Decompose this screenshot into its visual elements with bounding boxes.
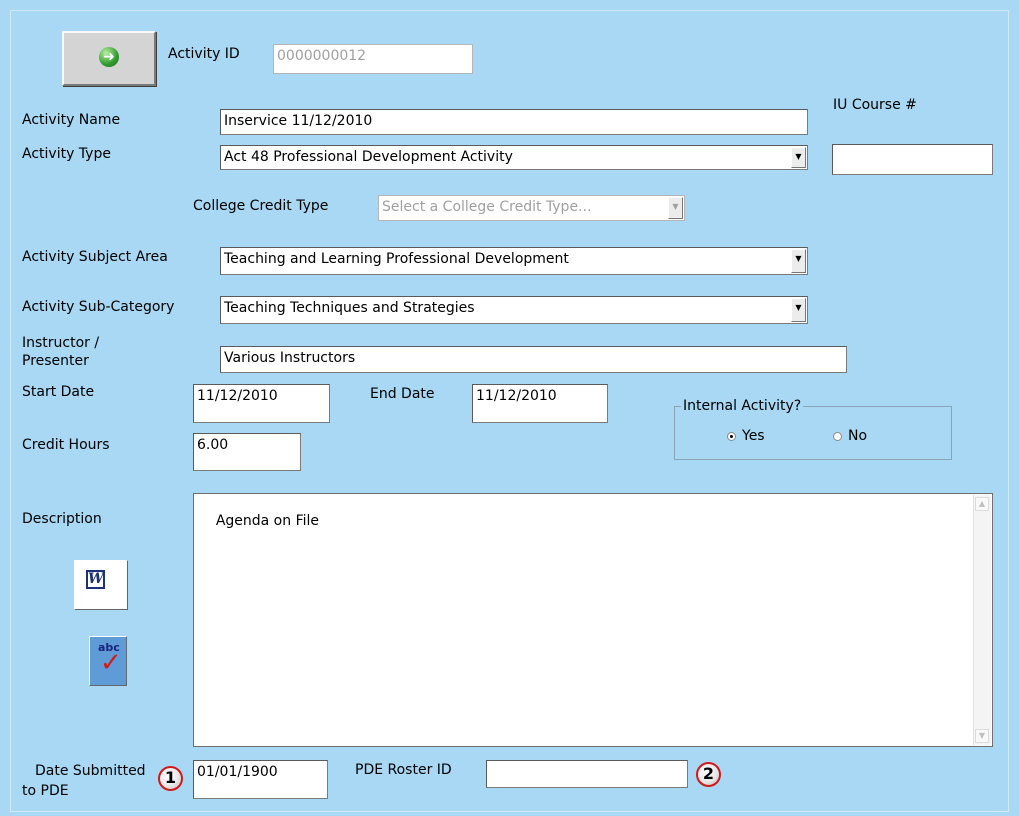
radio-unselected-icon bbox=[833, 431, 842, 441]
date-submitted-label-line2: to PDE bbox=[22, 783, 69, 799]
activity-name-field[interactable]: Inservice 11/12/2010 bbox=[220, 109, 808, 135]
activity-type-select[interactable]: Act 48 Professional Development Activity… bbox=[220, 145, 808, 170]
credit-hours-field[interactable]: 6.00 bbox=[193, 433, 301, 471]
date-submitted-label-line1: Date Submitted bbox=[35, 763, 146, 779]
internal-activity-label: Internal Activity? bbox=[683, 398, 802, 414]
sub-category-label: Activity Sub-Category bbox=[22, 299, 175, 315]
sub-category-select[interactable]: Teaching Techniques and Strategies ▼ bbox=[220, 296, 808, 324]
activity-id-field[interactable]: 0000000012 bbox=[273, 44, 473, 74]
dropdown-arrow-icon[interactable]: ▼ bbox=[791, 249, 806, 273]
college-credit-label: College Credit Type bbox=[193, 198, 329, 214]
scroll-down-icon[interactable]: ▼ bbox=[975, 729, 989, 743]
internal-yes-label: Yes bbox=[742, 428, 765, 444]
internal-no-radio[interactable]: No bbox=[833, 428, 867, 444]
subject-area-value: Teaching and Learning Professional Devel… bbox=[224, 251, 569, 267]
activity-id-label: Activity ID bbox=[168, 46, 240, 62]
activity-name-label: Activity Name bbox=[22, 112, 121, 128]
college-credit-value: Select a College Credit Type... bbox=[382, 199, 592, 215]
callout-badge-1: 1 bbox=[158, 766, 183, 791]
credit-hours-label: Credit Hours bbox=[22, 437, 110, 453]
instructor-field[interactable]: Various Instructors bbox=[220, 346, 847, 373]
checkmark-icon: ✓ bbox=[100, 648, 122, 678]
activity-type-value: Act 48 Professional Development Activity bbox=[224, 149, 513, 165]
dropdown-arrow-icon[interactable]: ▼ bbox=[791, 298, 806, 322]
go-button[interactable]: ➜ bbox=[62, 31, 156, 86]
word-document-icon: W bbox=[86, 570, 105, 589]
internal-no-label: No bbox=[848, 428, 868, 444]
description-label: Description bbox=[22, 511, 102, 527]
internal-activity-group: Internal Activity? Yes No bbox=[674, 398, 952, 460]
activity-type-label: Activity Type bbox=[22, 146, 111, 162]
radio-selected-icon bbox=[727, 431, 736, 441]
scroll-up-icon[interactable]: ▲ bbox=[975, 497, 989, 511]
instructor-label-line1: Instructor / bbox=[22, 335, 100, 351]
subject-area-label: Activity Subject Area bbox=[22, 249, 168, 265]
start-date-label: Start Date bbox=[22, 384, 95, 400]
dropdown-arrow-icon[interactable]: ▼ bbox=[791, 147, 806, 168]
pde-roster-field[interactable] bbox=[486, 760, 688, 788]
dropdown-arrow-icon[interactable]: ▼ bbox=[668, 197, 683, 219]
sub-category-value: Teaching Techniques and Strategies bbox=[224, 300, 475, 316]
description-text: Agenda on File bbox=[215, 513, 319, 529]
iu-course-field[interactable] bbox=[832, 144, 993, 175]
word-button[interactable]: W bbox=[74, 560, 128, 610]
pde-roster-label: PDE Roster ID bbox=[355, 762, 452, 778]
callout-badge-2: 2 bbox=[696, 762, 721, 787]
spellcheck-button[interactable]: abc ✓ bbox=[89, 636, 127, 686]
form-panel: ➜ Activity ID 0000000012 IU Course # Act… bbox=[0, 0, 1019, 816]
iu-course-label: IU Course # bbox=[833, 97, 917, 113]
start-date-field[interactable]: 11/12/2010 bbox=[193, 384, 330, 423]
end-date-field[interactable]: 11/12/2010 bbox=[472, 384, 608, 423]
end-date-label: End Date bbox=[370, 386, 435, 402]
green-arrow-right-icon: ➜ bbox=[99, 47, 119, 67]
description-scrollbar[interactable]: ▲ ▼ bbox=[973, 495, 991, 745]
description-textarea[interactable]: Agenda on File ▲ ▼ bbox=[193, 493, 993, 747]
date-submitted-field[interactable]: 01/01/1900 bbox=[193, 760, 328, 799]
college-credit-select[interactable]: Select a College Credit Type... ▼ bbox=[378, 195, 685, 221]
instructor-label-line2: Presenter bbox=[22, 353, 89, 369]
subject-area-select[interactable]: Teaching and Learning Professional Devel… bbox=[220, 247, 808, 275]
internal-yes-radio[interactable]: Yes bbox=[727, 428, 765, 444]
